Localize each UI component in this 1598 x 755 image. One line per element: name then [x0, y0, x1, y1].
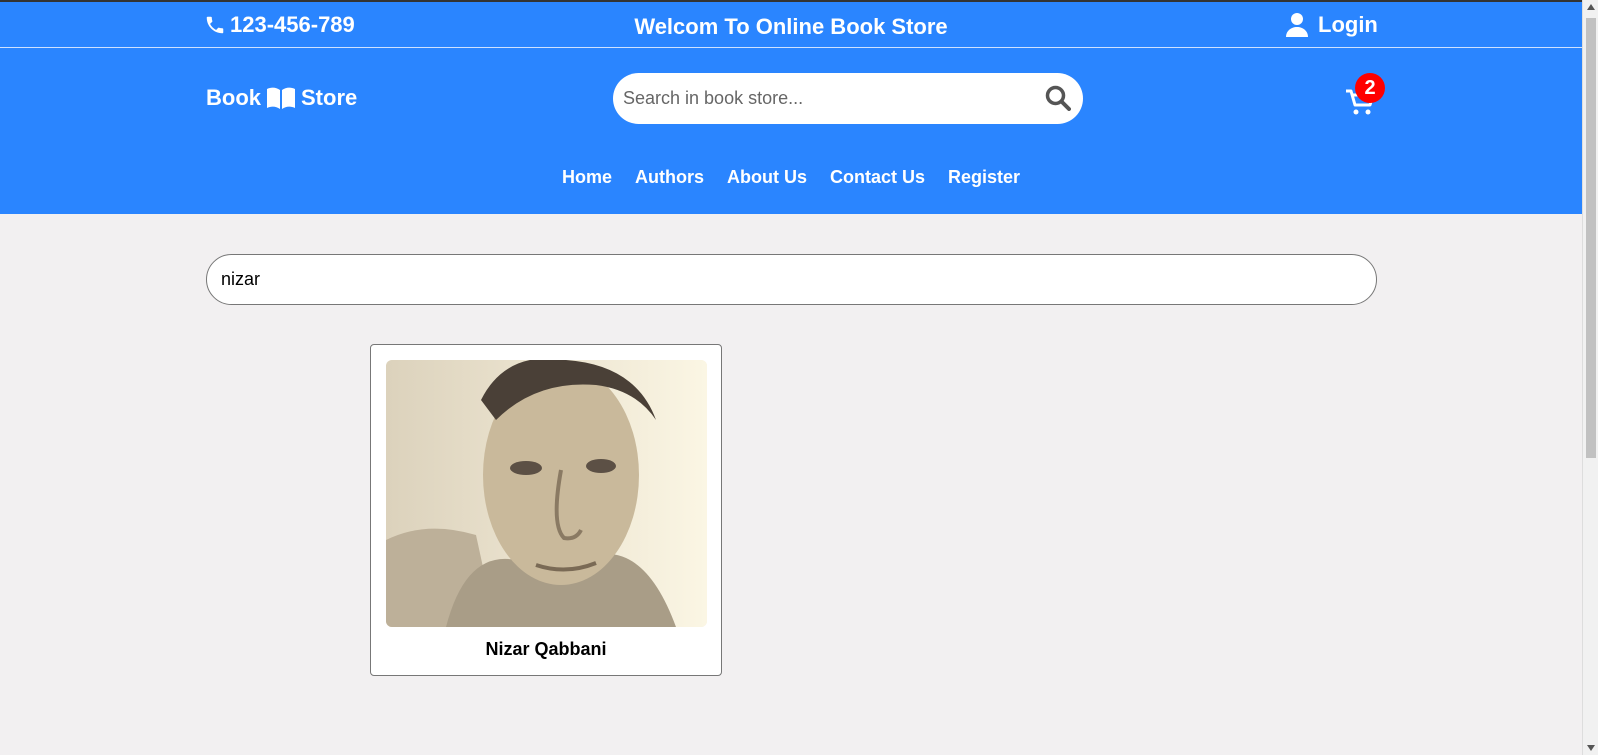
- search-input[interactable]: [623, 88, 1023, 109]
- cart-count-badge: 2: [1355, 73, 1385, 103]
- scroll-down-arrow-icon[interactable]: [1587, 745, 1595, 751]
- author-name: Nizar Qabbani: [485, 639, 607, 659]
- scrollbar-thumb[interactable]: [1586, 18, 1596, 458]
- page-scrollbar[interactable]: [1582, 0, 1598, 755]
- logo-text-store: Store: [301, 85, 358, 110]
- user-icon: [1286, 13, 1308, 37]
- header: Book Store 2 Home Authors About Us Conta…: [0, 48, 1582, 214]
- login-label: Login: [1318, 12, 1378, 37]
- nav-authors[interactable]: Authors: [635, 167, 704, 188]
- site-logo[interactable]: Book Store: [206, 85, 357, 111]
- login-link[interactable]: Login: [1286, 12, 1378, 38]
- open-book-icon: [267, 87, 295, 109]
- logo-text-book: Book: [206, 85, 261, 110]
- top-bar: 123-456-789 Welcom To Online Book Store …: [0, 0, 1582, 48]
- scroll-up-arrow-icon[interactable]: [1587, 4, 1595, 10]
- nav-home[interactable]: Home: [562, 167, 612, 188]
- nav-about-us[interactable]: About Us: [727, 167, 807, 188]
- author-card[interactable]: Nizar Qabbani: [370, 344, 722, 676]
- cart-button[interactable]: 2: [1345, 73, 1385, 121]
- nav-register[interactable]: Register: [948, 167, 1020, 188]
- author-search-input[interactable]: [221, 269, 1341, 290]
- author-filter: [206, 254, 1377, 305]
- search-icon[interactable]: [1045, 85, 1071, 116]
- header-search: [613, 73, 1083, 124]
- author-photo: [386, 360, 707, 627]
- main-nav: Home Authors About Us Contact Us Registe…: [0, 167, 1582, 188]
- nav-contact-us[interactable]: Contact Us: [830, 167, 925, 188]
